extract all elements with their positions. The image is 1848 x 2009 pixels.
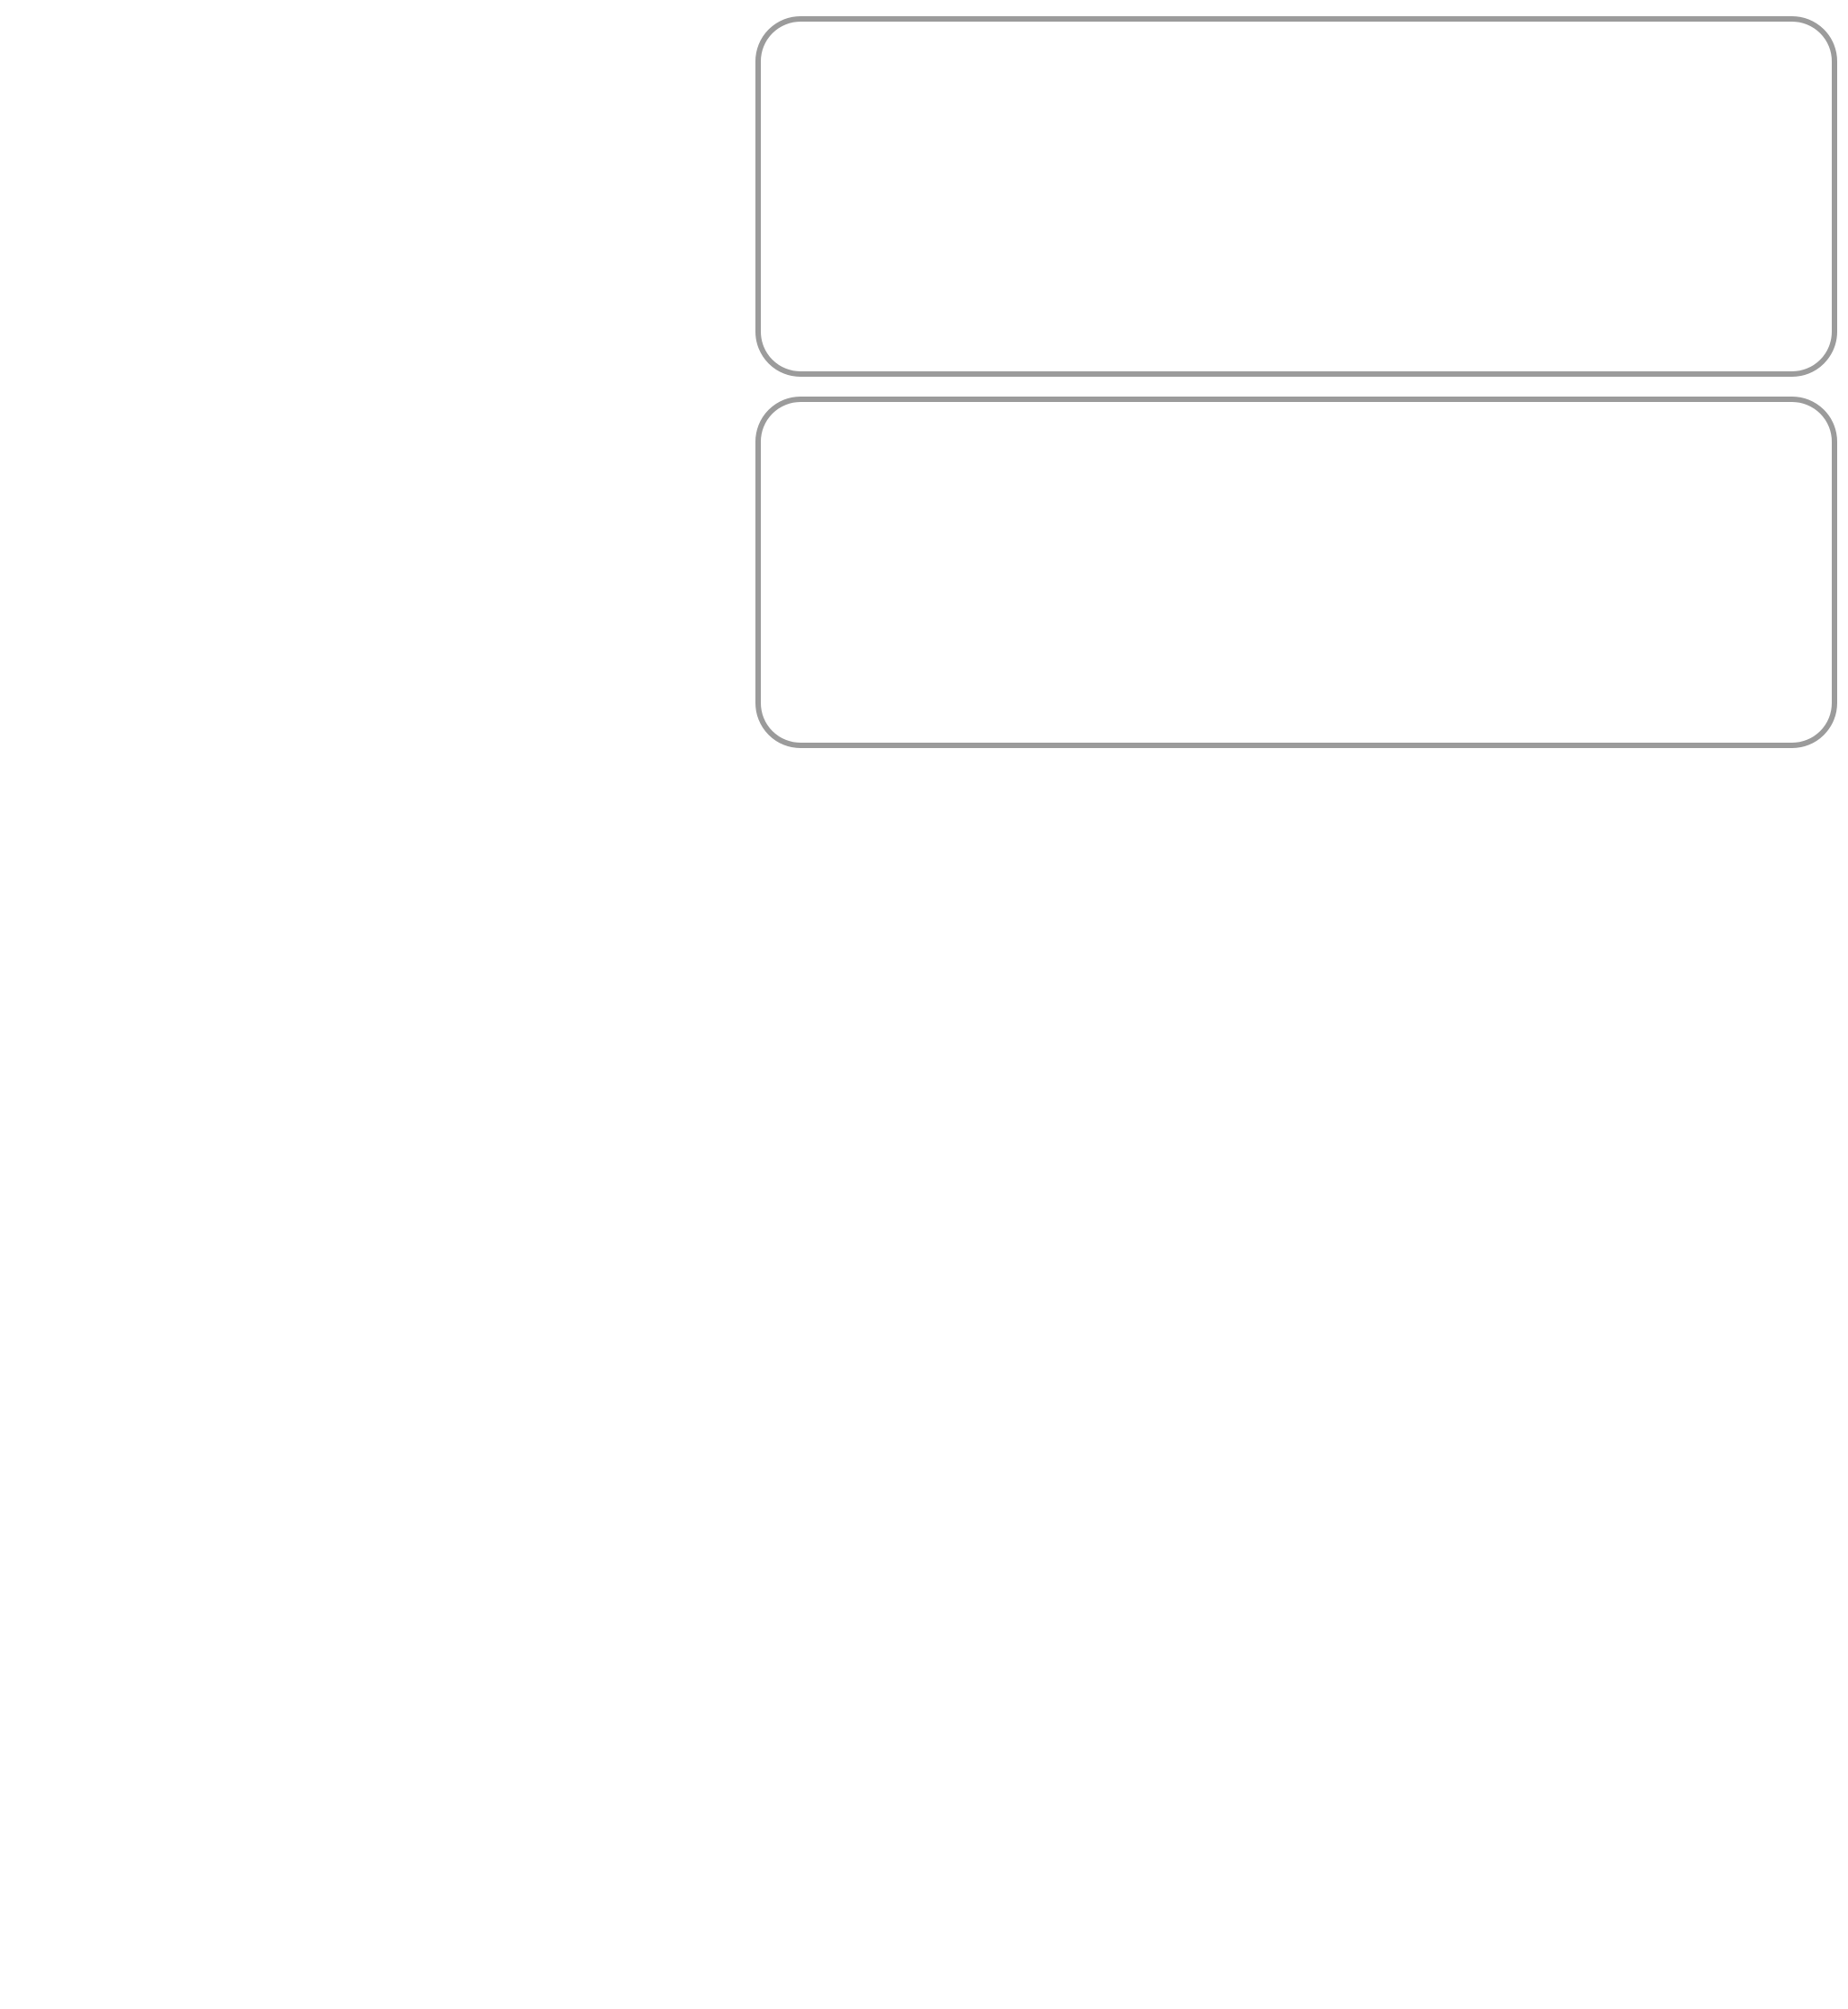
panel-d-gsea-group xyxy=(755,397,1837,748)
panel-g-bubble-matrix xyxy=(631,793,1415,1109)
panel-k-bubble-matrix xyxy=(631,1152,1415,1467)
panel-b-gsea-group xyxy=(755,16,1837,377)
panel-i-dotplot xyxy=(0,1152,325,1467)
panel-a-bar-chart xyxy=(0,0,721,388)
panel-j-dotplot xyxy=(325,1152,636,1467)
panel-h-bubble-matrix xyxy=(1411,793,1848,1109)
panel-e-dotplot xyxy=(0,793,325,1109)
panel-l-bubble-matrix xyxy=(1411,1152,1848,1467)
panel-f-dotplot xyxy=(325,793,636,1109)
panel-c-bar-chart xyxy=(0,397,721,721)
